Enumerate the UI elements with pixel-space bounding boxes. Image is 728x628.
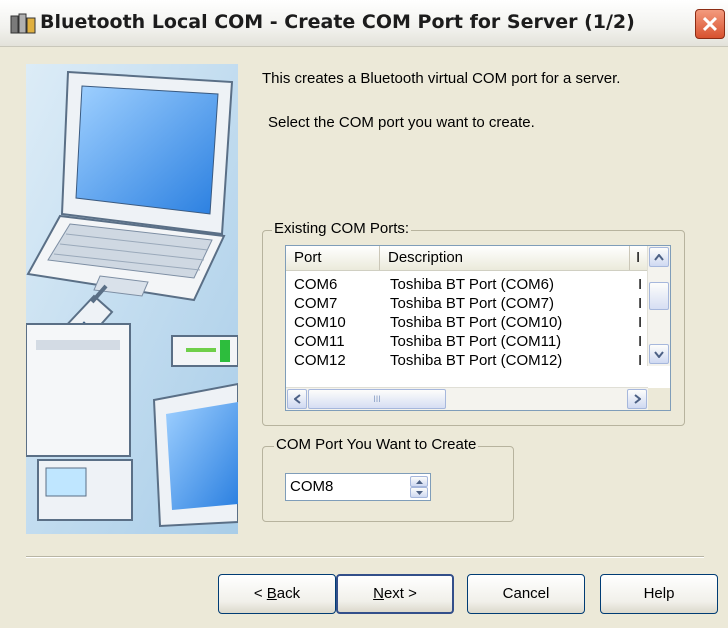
create-port-label: COM Port You Want to Create bbox=[274, 436, 479, 453]
column-header-port[interactable]: Port bbox=[286, 246, 380, 270]
existing-ports-label: Existing COM Ports: bbox=[272, 220, 412, 237]
title-bar: Bluetooth Local COM - Create COM Port fo… bbox=[0, 0, 728, 47]
instruction-text: Select the COM port you want to create. bbox=[268, 114, 535, 131]
description-cell: Toshiba BT Port (COM7) bbox=[390, 295, 554, 312]
window-title: Bluetooth Local COM - Create COM Port fo… bbox=[40, 11, 635, 33]
column-header-extra[interactable]: I bbox=[630, 246, 648, 270]
vertical-scrollbar[interactable] bbox=[647, 246, 670, 366]
intro-text: This creates a Bluetooth virtual COM por… bbox=[262, 70, 621, 87]
scroll-right-icon[interactable] bbox=[627, 389, 647, 409]
description-cell: Toshiba BT Port (COM12) bbox=[390, 352, 563, 369]
spin-down-icon[interactable] bbox=[410, 487, 428, 498]
description-cell: Toshiba BT Port (COM11) bbox=[390, 333, 562, 350]
port-cell: COM12 bbox=[294, 352, 346, 369]
table-row[interactable]: COM6 Toshiba BT Port (COM6) I bbox=[286, 275, 648, 294]
button-separator bbox=[26, 556, 704, 558]
column-header-description[interactable]: Description bbox=[380, 246, 630, 270]
description-cell: Toshiba BT Port (COM10) bbox=[390, 314, 563, 331]
cancel-button[interactable]: Cancel bbox=[467, 574, 585, 614]
table-row[interactable]: COM10 Toshiba BT Port (COM10) I bbox=[286, 313, 648, 332]
next-button-mnemonic: N bbox=[373, 585, 384, 602]
back-button-mnemonic: B bbox=[266, 585, 277, 602]
horizontal-scrollbar[interactable]: III bbox=[286, 387, 648, 410]
scrollbar-corner bbox=[648, 388, 670, 410]
back-button[interactable]: < Back bbox=[218, 574, 336, 614]
scroll-left-icon[interactable] bbox=[287, 389, 307, 409]
next-button[interactable]: Next > bbox=[336, 574, 454, 614]
table-row[interactable]: COM11 Toshiba BT Port (COM11) I bbox=[286, 332, 648, 351]
extra-cell: I bbox=[638, 333, 643, 350]
list-header: Port Description I bbox=[286, 246, 648, 271]
help-button[interactable]: Help bbox=[600, 574, 718, 614]
close-icon[interactable]: ✕ bbox=[695, 9, 725, 39]
extra-cell: I bbox=[638, 295, 643, 312]
table-row[interactable]: COM7 Toshiba BT Port (COM7) I bbox=[286, 294, 648, 313]
port-cell: COM6 bbox=[294, 276, 338, 293]
extra-cell: I bbox=[638, 276, 643, 293]
existing-ports-list[interactable]: Port Description I COM6 Toshiba BT Port … bbox=[285, 245, 671, 411]
description-cell: Toshiba BT Port (COM6) bbox=[390, 276, 554, 293]
extra-cell: I bbox=[638, 352, 643, 369]
extra-cell: I bbox=[638, 314, 643, 331]
back-button-prefix: < bbox=[253, 585, 267, 602]
horizontal-scroll-thumb[interactable]: III bbox=[308, 389, 446, 409]
app-bluetooth-icon bbox=[10, 13, 36, 34]
port-cell: COM10 bbox=[294, 314, 346, 331]
spin-up-icon[interactable] bbox=[410, 476, 428, 487]
com-port-spinner[interactable]: COM8 bbox=[285, 473, 431, 501]
next-button-rest: ext > bbox=[383, 585, 417, 602]
back-button-rest: ack bbox=[276, 585, 301, 602]
com-port-value[interactable]: COM8 bbox=[290, 478, 333, 495]
devices-illustration bbox=[26, 64, 238, 534]
port-cell: COM7 bbox=[294, 295, 338, 312]
port-cell: COM11 bbox=[294, 333, 345, 350]
scroll-down-icon[interactable] bbox=[649, 344, 669, 364]
scroll-up-icon[interactable] bbox=[649, 247, 669, 267]
vertical-scroll-thumb[interactable] bbox=[649, 282, 669, 310]
table-row[interactable]: COM12 Toshiba BT Port (COM12) I bbox=[286, 351, 648, 370]
